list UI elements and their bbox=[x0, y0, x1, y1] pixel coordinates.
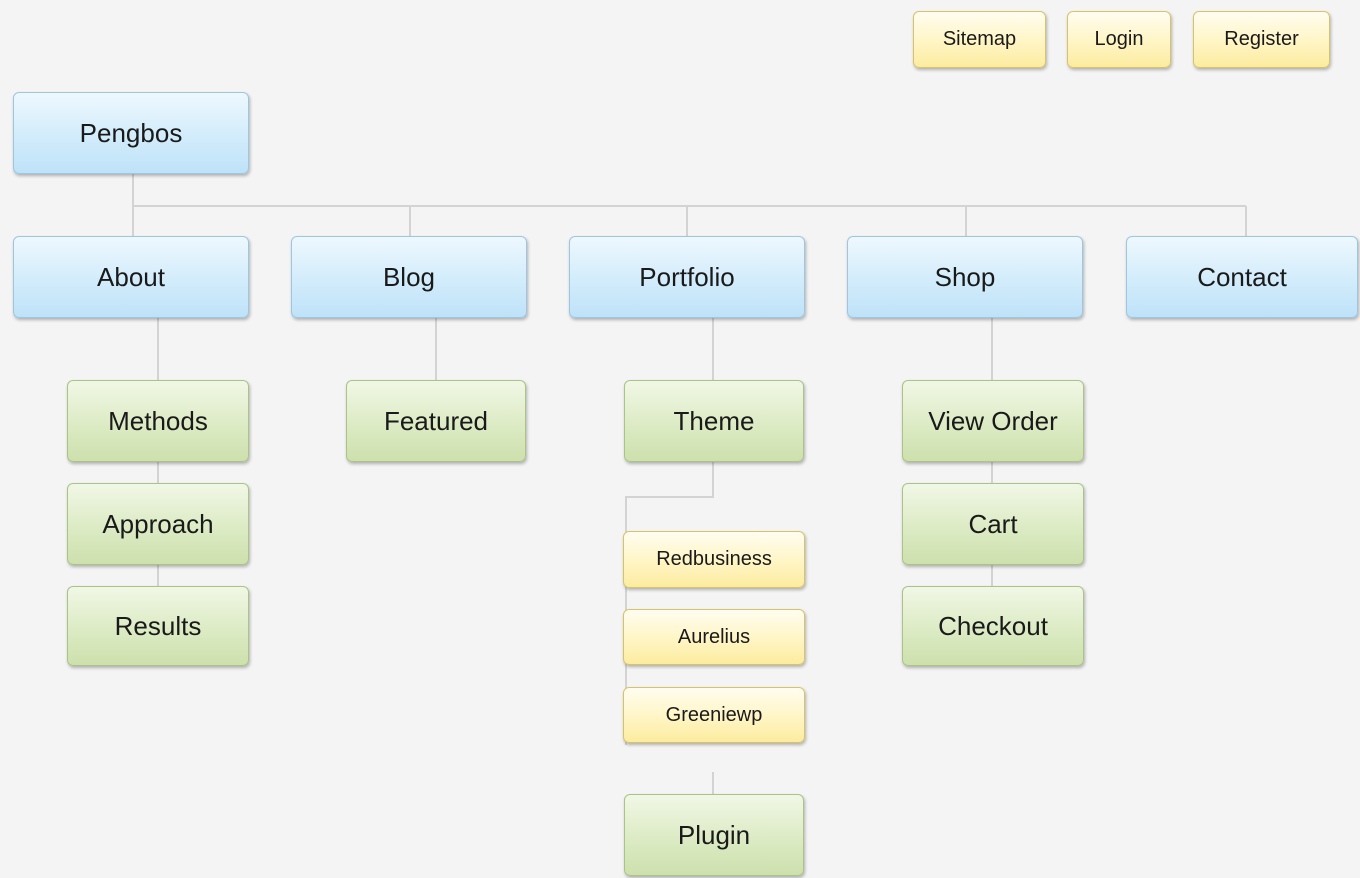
sitemap-diagram: Sitemap Login Register Pengbos About Blo… bbox=[0, 0, 1360, 878]
node-portfolio[interactable]: Portfolio bbox=[569, 236, 805, 318]
node-featured[interactable]: Featured bbox=[346, 380, 526, 462]
node-blog[interactable]: Blog bbox=[291, 236, 527, 318]
node-checkout[interactable]: Checkout bbox=[902, 586, 1084, 666]
node-methods[interactable]: Methods bbox=[67, 380, 249, 462]
node-cart[interactable]: Cart bbox=[902, 483, 1084, 565]
node-redbusiness[interactable]: Redbusiness bbox=[623, 531, 805, 588]
node-plugin[interactable]: Plugin bbox=[624, 794, 804, 876]
node-theme[interactable]: Theme bbox=[624, 380, 804, 462]
node-aurelius[interactable]: Aurelius bbox=[623, 609, 805, 665]
login-link[interactable]: Login bbox=[1067, 11, 1171, 68]
root-node-pengbos[interactable]: Pengbos bbox=[13, 92, 249, 174]
node-approach[interactable]: Approach bbox=[67, 483, 249, 565]
node-results[interactable]: Results bbox=[67, 586, 249, 666]
node-greeniewp[interactable]: Greeniewp bbox=[623, 687, 805, 743]
node-view-order[interactable]: View Order bbox=[902, 380, 1084, 462]
register-link[interactable]: Register bbox=[1193, 11, 1330, 68]
node-contact[interactable]: Contact bbox=[1126, 236, 1358, 318]
node-shop[interactable]: Shop bbox=[847, 236, 1083, 318]
sitemap-link[interactable]: Sitemap bbox=[913, 11, 1046, 68]
node-about[interactable]: About bbox=[13, 236, 249, 318]
